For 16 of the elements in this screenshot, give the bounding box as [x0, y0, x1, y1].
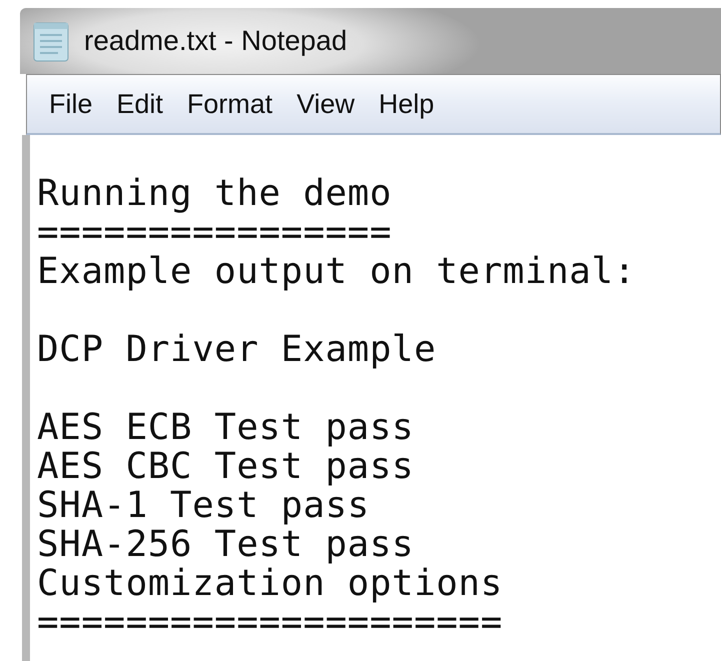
text-line: Example output on terminal:	[37, 251, 636, 292]
menu-item[interactable]: Format	[175, 84, 285, 124]
menu-item[interactable]: Edit	[104, 84, 176, 124]
text-line: ================	[37, 212, 392, 253]
text-line: DCP Driver Example	[37, 329, 436, 370]
text-line: Customization options	[37, 563, 503, 604]
text-line: AES CBC Test pass	[37, 446, 414, 487]
menu-item[interactable]: View	[284, 84, 367, 124]
text-line: =====================	[37, 602, 503, 643]
text-line: SHA-1 Test pass	[37, 485, 370, 526]
window-title: readme.txt - Notepad	[84, 25, 348, 57]
menu-item[interactable]: File	[37, 84, 105, 124]
text-line: AES ECB Test pass	[37, 407, 414, 448]
text-line: SHA-256 Test pass	[37, 524, 414, 565]
text-line: Running the demo	[37, 173, 392, 214]
menu-item[interactable]: Help	[366, 84, 446, 124]
